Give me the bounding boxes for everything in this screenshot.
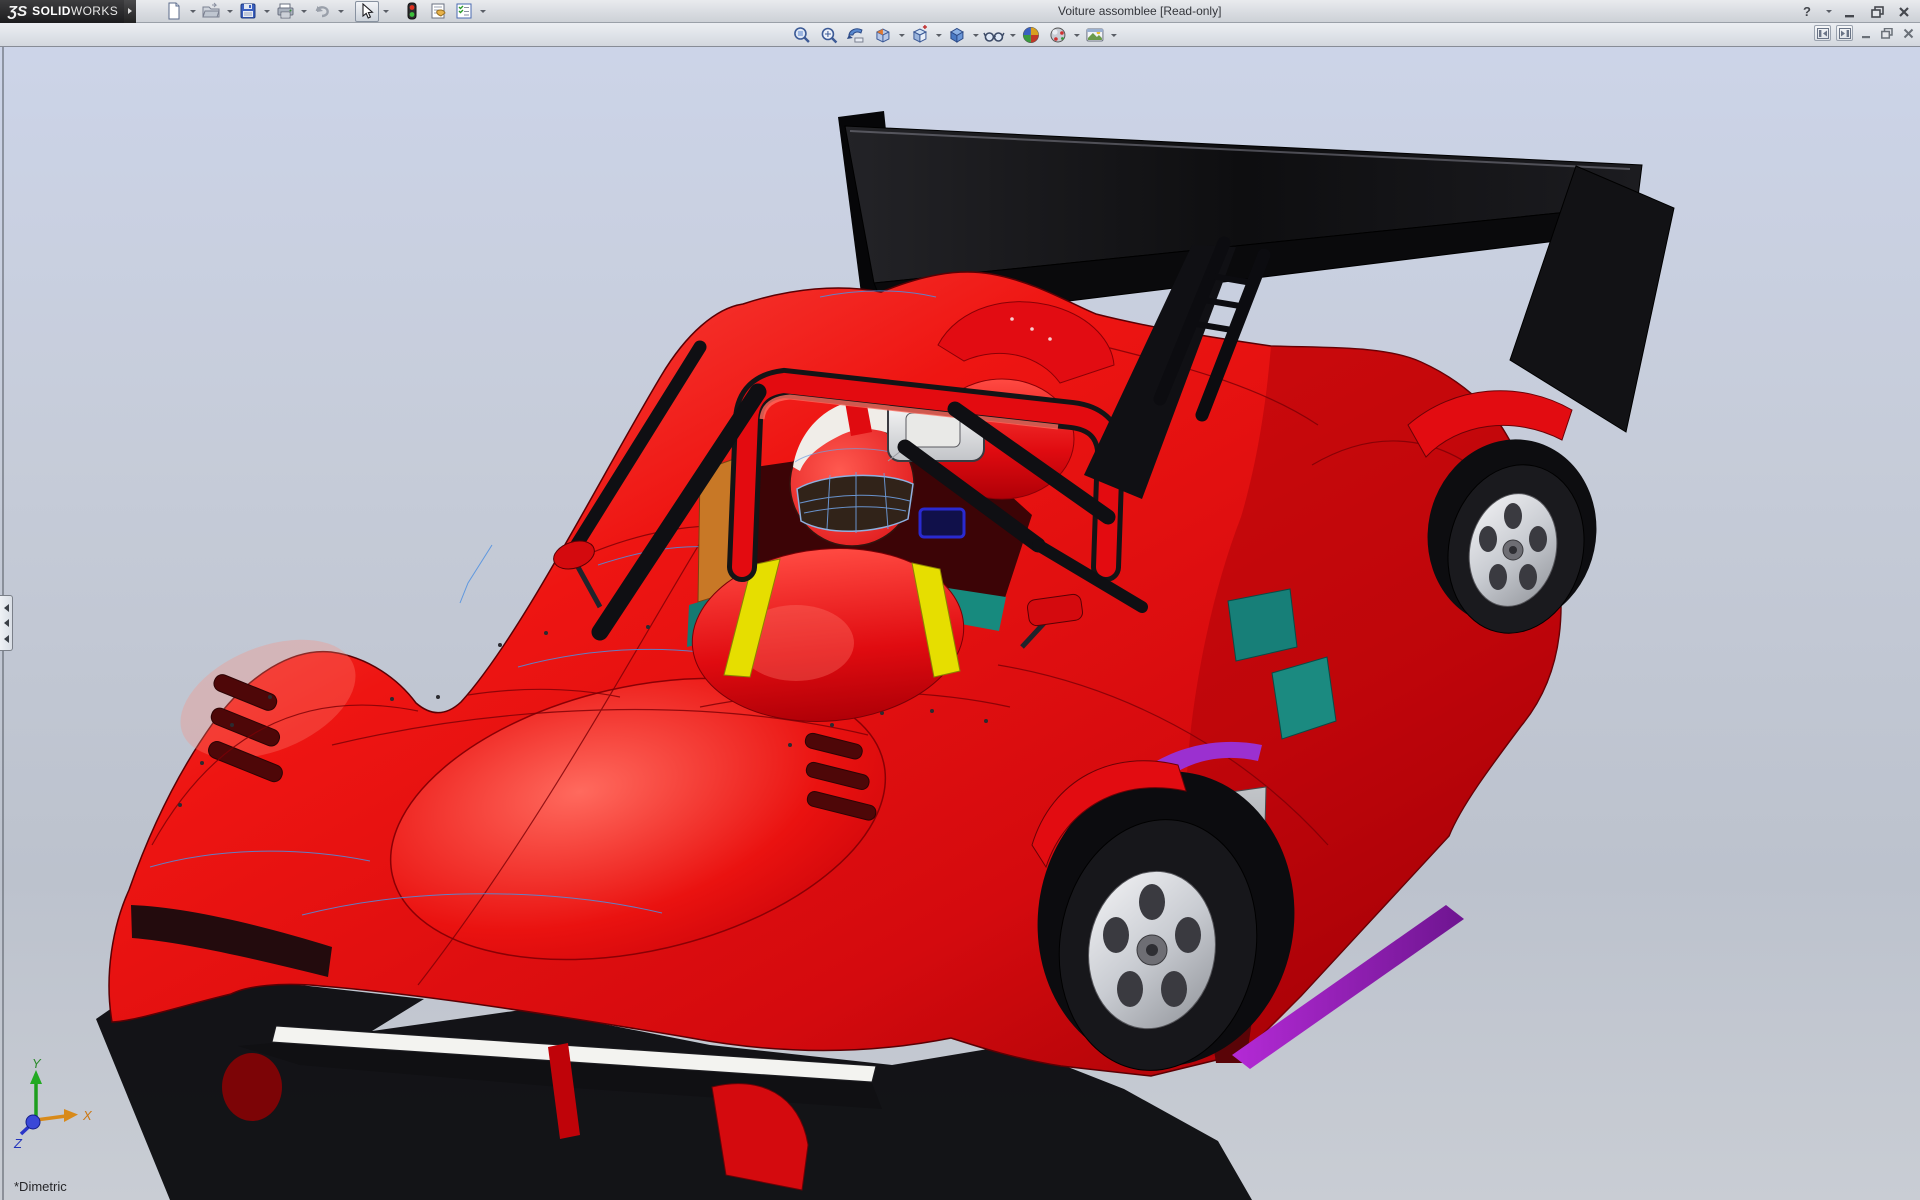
- apply-scene-sphere-icon: [1021, 25, 1041, 45]
- document-close-icon: [1903, 28, 1914, 39]
- section-view-icon: [873, 25, 893, 45]
- hide-show-glasses-icon: [983, 25, 1005, 45]
- minimize-icon: [1844, 6, 1856, 18]
- zoom-to-fit-button[interactable]: [789, 24, 815, 46]
- options-dropdown-arrow[interactable]: [478, 1, 487, 22]
- save-dropdown-arrow[interactable]: [262, 1, 271, 22]
- collapse-right-pane-button[interactable]: [1836, 25, 1853, 41]
- view-orientation-dropdown-arrow[interactable]: [934, 25, 943, 46]
- close-icon: [1898, 6, 1910, 18]
- rebuild-traffic-light-icon: [406, 2, 418, 20]
- view-toolbar-row: [0, 23, 1920, 47]
- heads-up-view-toolbar: [789, 23, 1118, 47]
- select-dropdown-arrow[interactable]: [381, 1, 390, 22]
- new-dropdown-arrow[interactable]: [188, 1, 197, 22]
- restore-icon: [1871, 6, 1884, 18]
- print-dropdown-arrow[interactable]: [299, 1, 308, 22]
- feature-manager-collapsed-tab[interactable]: [0, 595, 13, 651]
- display-style-cube-icon: [947, 25, 967, 45]
- camera-button[interactable]: [1082, 24, 1108, 46]
- view-settings-dropdown-arrow[interactable]: [1072, 25, 1081, 46]
- new-button[interactable]: [162, 1, 186, 22]
- logo-flyout-arrow[interactable]: [124, 0, 136, 23]
- document-restore-icon: [1881, 28, 1893, 39]
- collapse-arrow-icon: [4, 619, 9, 627]
- save-floppy-icon: [239, 2, 257, 20]
- hide-show-dropdown-arrow[interactable]: [1008, 25, 1017, 46]
- zoom-to-area-icon: [819, 25, 839, 45]
- solidworks-logo-icon: ƷS: [8, 3, 27, 20]
- view-orientation-cube-icon: [910, 25, 930, 45]
- document-minimize-button[interactable]: [1858, 25, 1874, 41]
- z-axis-label: Z: [13, 1136, 23, 1151]
- collapse-left-pane-button[interactable]: [1814, 25, 1831, 41]
- solidworks-logo: ƷS SOLIDWORKS: [0, 0, 124, 23]
- display-style-dropdown-arrow[interactable]: [971, 25, 980, 46]
- minimize-button[interactable]: [1840, 2, 1860, 22]
- solidworks-window: ƷS SOLIDWORKS: [0, 0, 1920, 1200]
- rebuild-button[interactable]: [400, 1, 424, 22]
- previous-view-icon: [846, 25, 866, 45]
- window-title: Voiture assomblee [Read-only]: [1058, 4, 1221, 18]
- open-button[interactable]: [199, 1, 223, 22]
- print-icon: [276, 2, 295, 20]
- orientation-triad: Y X Z: [6, 1058, 126, 1168]
- display-style-button[interactable]: [944, 24, 970, 46]
- helmet-visor: [797, 475, 913, 531]
- zoom-to-fit-icon: [792, 25, 812, 45]
- origin-ball: [26, 1115, 40, 1129]
- collapse-right-pane-icon: [1839, 28, 1851, 39]
- y-axis-arrow: [30, 1070, 42, 1084]
- new-document-icon: [165, 2, 183, 20]
- close-button[interactable]: [1894, 2, 1914, 22]
- previous-view-button[interactable]: [843, 24, 869, 46]
- camera-scene-icon: [1085, 25, 1105, 45]
- zoom-to-area-button[interactable]: [816, 24, 842, 46]
- section-view-dropdown-arrow[interactable]: [897, 25, 906, 46]
- hide-show-items-button[interactable]: [981, 24, 1007, 46]
- apply-scene-button[interactable]: [1018, 24, 1044, 46]
- save-button[interactable]: [236, 1, 260, 22]
- help-button[interactable]: ?: [1797, 2, 1817, 22]
- document-close-button[interactable]: [1900, 25, 1916, 41]
- view-orientation-label: *Dimetric: [14, 1179, 67, 1194]
- x-axis-label: X: [82, 1108, 93, 1123]
- document-minimize-icon: [1861, 28, 1872, 39]
- options-button[interactable]: [452, 1, 476, 22]
- y-axis-label: Y: [32, 1058, 42, 1071]
- title-bar: ƷS SOLIDWORKS: [0, 0, 1920, 23]
- document-window-controls: [1814, 25, 1916, 41]
- file-properties-icon: [429, 2, 448, 20]
- collapse-arrow-icon: [4, 635, 9, 643]
- graphics-area[interactable]: Y X Z *Dimetric: [0, 47, 1920, 1200]
- help-dropdown-arrow[interactable]: [1824, 1, 1833, 22]
- section-view-button[interactable]: [870, 24, 896, 46]
- open-folder-icon: [202, 2, 221, 20]
- undo-dropdown-arrow[interactable]: [336, 1, 345, 22]
- options-checklist-icon: [455, 2, 473, 20]
- undo-button[interactable]: [310, 1, 334, 22]
- collapse-left-pane-icon: [1817, 28, 1829, 39]
- window-controls: ?: [1797, 0, 1914, 23]
- standard-toolbar: [162, 1, 487, 22]
- x-axis-arrow: [64, 1109, 78, 1122]
- open-dropdown-arrow[interactable]: [225, 1, 234, 22]
- select-button[interactable]: [355, 1, 379, 22]
- harness-buckle: [920, 509, 964, 537]
- restore-button[interactable]: [1867, 2, 1887, 22]
- document-restore-button[interactable]: [1879, 25, 1895, 41]
- camera-dropdown-arrow[interactable]: [1109, 25, 1118, 46]
- undo-arrow-icon: [313, 2, 332, 20]
- print-button[interactable]: [273, 1, 297, 22]
- select-cursor-icon: [359, 3, 375, 20]
- view-orientation-button[interactable]: [907, 24, 933, 46]
- file-properties-button[interactable]: [426, 1, 450, 22]
- collapse-arrow-icon: [4, 604, 9, 612]
- race-car-model[interactable]: [0, 47, 1920, 1200]
- view-settings-sphere-icon: [1048, 25, 1068, 45]
- view-settings-button[interactable]: [1045, 24, 1071, 46]
